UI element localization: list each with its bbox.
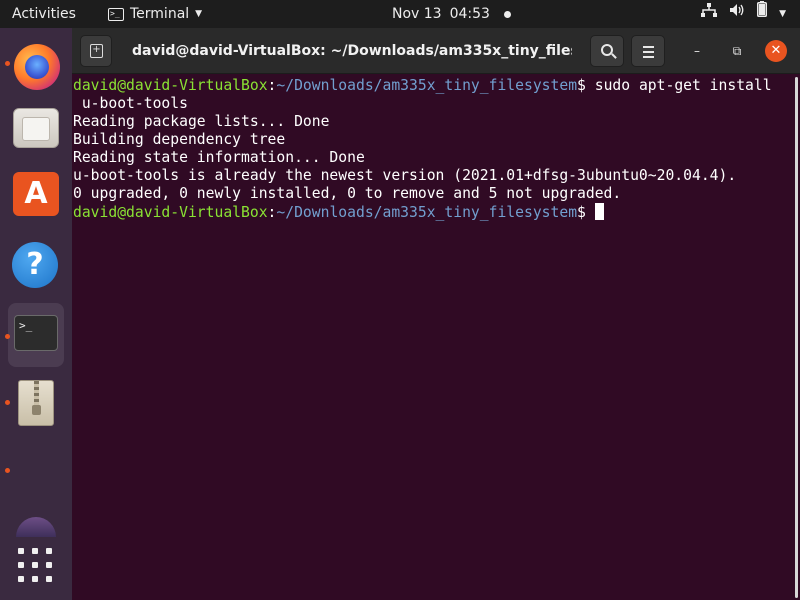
command-text: sudo apt-get install — [585, 77, 772, 94]
output-line: 0 upgraded, 0 newly installed, 0 to remo… — [73, 185, 622, 202]
prompt-path: ~/Downloads/am335x_tiny_filesystem — [276, 204, 578, 221]
system-tray[interactable]: ▼ — [701, 0, 786, 28]
maximize-button[interactable]: ⧉ — [726, 40, 748, 62]
output-line: Reading state information... Done — [73, 149, 365, 166]
activities-button[interactable]: Activities — [12, 0, 76, 28]
menu-button[interactable] — [631, 35, 665, 67]
apps-grid-icon[interactable] — [18, 548, 54, 584]
text-cursor — [594, 203, 604, 220]
volume-icon — [729, 0, 745, 28]
dock-item-software[interactable]: A — [8, 168, 64, 228]
command-wrap: u-boot-tools — [73, 95, 188, 112]
output-line: u-boot-tools is already the newest versi… — [73, 167, 737, 184]
prompt-user: david@david-VirtualBox — [73, 204, 268, 221]
files-icon — [13, 108, 59, 148]
running-indicator — [5, 334, 10, 339]
prompt-line: david@david-VirtualBox:~/Downloads/am335… — [73, 77, 790, 95]
minimize-button[interactable]: – — [686, 40, 708, 62]
scrollbar-thumb[interactable] — [795, 77, 798, 598]
output-line: Building dependency tree — [73, 131, 286, 148]
network-icon — [701, 0, 718, 28]
dock-item-firefox[interactable] — [8, 38, 64, 98]
notification-dot-icon — [503, 10, 511, 18]
dock-item-partial[interactable] — [16, 517, 56, 537]
prompt-user: david@david-VirtualBox — [73, 77, 268, 94]
prompt-symbol: $ — [577, 204, 586, 221]
top-bar: Activities >_ Terminal ▼ Nov 13 04:53 ▼ — [0, 0, 800, 28]
new-tab-button[interactable]: + — [80, 35, 112, 67]
firefox-icon — [14, 44, 60, 90]
chevron-down-icon: ▼ — [779, 9, 786, 19]
header-bar: + david@david-VirtualBox: ~/Downloads/am… — [72, 28, 800, 74]
dock-item-archive[interactable] — [8, 376, 64, 436]
terminal-icon: >_ — [14, 315, 58, 351]
app-menu-label: Terminal — [130, 6, 190, 22]
running-indicator — [5, 468, 10, 473]
scrollbar[interactable] — [790, 75, 800, 600]
close-button[interactable]: ✕ — [765, 40, 787, 62]
prompt-path: ~/Downloads/am335x_tiny_filesystem — [276, 77, 578, 94]
archive-icon — [18, 380, 54, 426]
output-line: Reading package lists... Done — [73, 113, 330, 130]
dock-item-terminal[interactable]: >_ — [8, 303, 64, 367]
terminal-icon: >_ — [108, 7, 124, 21]
clock[interactable]: Nov 13 04:53 — [392, 0, 511, 28]
app-menu[interactable]: >_ Terminal ▼ — [108, 0, 202, 28]
window-title: david@david-VirtualBox: ~/Downloads/am33… — [132, 43, 572, 59]
prompt-symbol: $ — [577, 77, 586, 94]
prompt-line: david@david-VirtualBox:~/Downloads/am335… — [73, 203, 790, 221]
dock-item-files[interactable] — [8, 100, 64, 160]
dock: A ? >_ — [0, 28, 72, 600]
battery-icon — [757, 0, 768, 28]
help-icon: ? — [12, 242, 58, 288]
new-tab-icon: + — [90, 44, 103, 58]
clock-date: Nov 13 — [392, 6, 442, 22]
clock-time: 04:53 — [449, 6, 490, 22]
search-button[interactable] — [590, 35, 624, 67]
dock-item-help[interactable]: ? — [8, 238, 64, 298]
software-store-icon: A — [13, 172, 59, 216]
chevron-down-icon: ▼ — [195, 9, 203, 19]
terminal-output[interactable]: david@david-VirtualBox:~/Downloads/am335… — [72, 75, 790, 600]
terminal-window: + david@david-VirtualBox: ~/Downloads/am… — [72, 28, 800, 600]
